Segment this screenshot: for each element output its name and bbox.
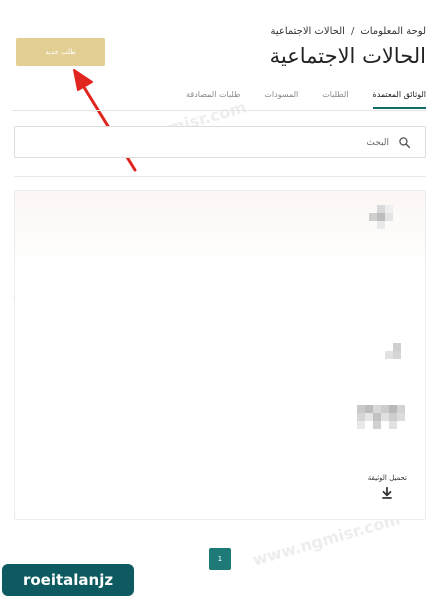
tabs-bar: الوثائق المعتمدة الطلبات المسودات طلبات … bbox=[186, 90, 426, 109]
breadcrumb-item-current: الحالات الاجتماعية bbox=[270, 26, 345, 37]
breadcrumb-separator: / bbox=[350, 26, 355, 37]
breadcrumb: لوحة المعلومات / الحالات الاجتماعية bbox=[270, 26, 426, 37]
download-icon bbox=[382, 486, 393, 499]
tab-drafts[interactable]: المسودات bbox=[264, 90, 298, 109]
download-label: تحميل الوثيقة bbox=[367, 474, 407, 482]
document-card: تحميل الوثيقة bbox=[14, 190, 426, 520]
search-input[interactable] bbox=[27, 134, 391, 152]
tabs-divider bbox=[12, 110, 426, 111]
search-icon bbox=[399, 137, 411, 149]
new-request-button[interactable]: طلب جديد bbox=[16, 38, 105, 66]
pagination-page-button[interactable]: 1 bbox=[209, 548, 231, 570]
breadcrumb-item-dashboard[interactable]: لوحة المعلومات bbox=[360, 26, 426, 37]
channel-badge: roeitalanjz bbox=[2, 564, 134, 596]
download-document[interactable]: تحميل الوثيقة bbox=[368, 474, 407, 500]
page: www.ngmisr.com www.ngmisr.com www.ngmisr… bbox=[0, 0, 438, 598]
page-title: الحالات الاجتماعية bbox=[269, 44, 426, 68]
tab-approved-documents[interactable]: الوثائق المعتمدة bbox=[372, 90, 426, 109]
search-box[interactable] bbox=[14, 126, 426, 158]
section-divider bbox=[14, 176, 426, 177]
tab-requests[interactable]: الطلبات bbox=[322, 90, 348, 109]
tab-authentication-requests[interactable]: طلبات المصادقة bbox=[186, 90, 240, 109]
